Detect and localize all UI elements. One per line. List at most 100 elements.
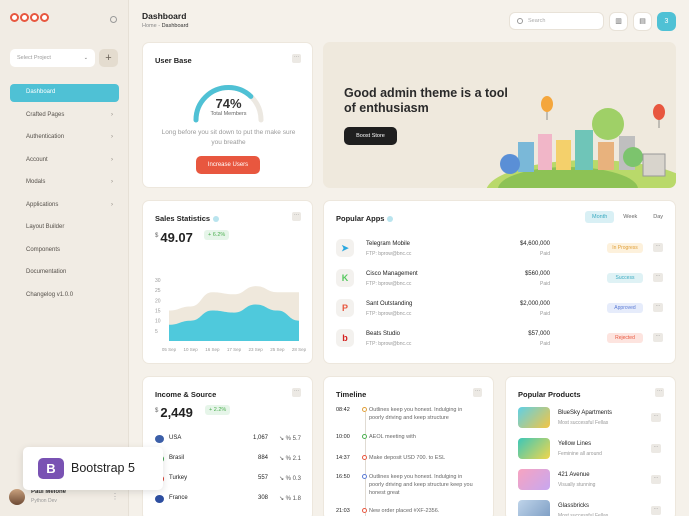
product-item[interactable]: 421 Avenue Visually stunning ··· <box>518 469 661 495</box>
sidebar-item-account[interactable]: Account › <box>10 152 119 170</box>
info-icon <box>387 216 394 223</box>
page-title: Dashboard <box>142 11 187 21</box>
more-icon[interactable]: ··· <box>653 303 663 312</box>
x-tick-label: 05 Sep <box>162 347 177 352</box>
project-select-placeholder: Select Project <box>17 55 51 61</box>
product-thumbnail <box>518 500 550 516</box>
messages-button[interactable]: ▤ <box>633 12 652 31</box>
gauge-value: 74% <box>215 96 242 111</box>
search-input[interactable]: Search <box>509 12 604 30</box>
app-row[interactable]: K Cisco Management FTP: bprow@bnc.cc $560,0… <box>336 267 663 291</box>
project-select[interactable]: Select Project ⌄ <box>10 49 95 67</box>
country-row: France 308 ↘ % 1.8 <box>155 494 301 514</box>
add-project-button[interactable]: + <box>99 49 118 67</box>
timeline-card: Timeline ··· 08:42 Outlines keep you hone… <box>323 376 494 516</box>
app-paid: Paid <box>539 311 550 317</box>
more-icon[interactable]: ··· <box>653 333 663 342</box>
x-tick-label: 17 Sep <box>227 347 242 352</box>
user-role: Python Dev <box>31 498 57 504</box>
timeline-text: AEOL meeting with <box>369 434 416 440</box>
sales-area-chart: 30 25 20 15 10 5 05 Sep 10 Sep 16 Sep 17 Sep 23 Se… <box>155 278 307 352</box>
app-row[interactable]: P Sant Outstanding FTP: bprow@bnc.cc $2,000… <box>336 297 663 321</box>
more-icon[interactable]: ··· <box>651 475 661 484</box>
app-amount: $4,600,000 <box>519 241 550 247</box>
country-name: France <box>169 495 188 501</box>
timeline-line <box>365 412 366 516</box>
more-icon[interactable]: ··· <box>292 388 301 397</box>
app-row[interactable]: ➤ Telegram Mobile FTP: bprow@bnc.cc $4,600,… <box>336 237 663 261</box>
chart-button[interactable]: ▥ <box>609 12 628 31</box>
more-icon[interactable]: ··· <box>292 54 301 63</box>
product-thumbnail <box>518 438 550 459</box>
product-item[interactable]: BlueSky Apartments Most successful Fellas… <box>518 407 661 433</box>
user-base-card: User Base ··· 74% Total Members Long bef… <box>142 42 313 188</box>
app-paid: Paid <box>539 341 550 347</box>
sidebar-item-modals[interactable]: Modals › <box>10 174 119 192</box>
sidebar-item-layout-builder[interactable]: Layout Builder <box>10 219 119 237</box>
y-tick-label: 10 <box>155 319 161 325</box>
user-base-description: Long before you sit down to put the make… <box>161 129 296 146</box>
product-item[interactable]: Glassbricks Most successful Fellas ··· <box>518 500 661 516</box>
tab-week[interactable]: Week <box>616 211 644 223</box>
sidebar-item-dashboard[interactable]: Dashboard <box>10 84 119 102</box>
breadcrumb: Home - Dashboard <box>142 23 188 29</box>
sidebar-item-components[interactable]: Components <box>10 242 119 260</box>
app-name: Beats Studio <box>366 331 401 337</box>
more-icon[interactable]: ··· <box>651 413 661 422</box>
y-tick-label: 15 <box>155 309 161 315</box>
x-tick-label: 23 Sep <box>249 347 264 352</box>
chevron-right-icon: › <box>111 111 113 118</box>
user-menu-icon[interactable]: ⋮ <box>111 492 119 501</box>
timeline-title: Timeline <box>336 390 367 399</box>
timeline-time: 21:03 <box>336 508 350 514</box>
app-name: Cisco Management <box>366 271 418 277</box>
period-tabs: Month Week Day <box>585 211 672 223</box>
app-icon: K <box>336 269 354 287</box>
bootstrap-badge[interactable]: B Bootstrap 5 <box>23 447 163 490</box>
sales-statistics-card: Sales Statistics ··· $49.07 + 6.2% 30 25 2… <box>142 200 313 364</box>
app-paid: Paid <box>539 251 550 257</box>
sidebar-item-changelog-v1-0-0[interactable]: Changelog v1.0.0 <box>10 287 119 305</box>
notifications-button[interactable]: 3 <box>657 12 676 31</box>
increase-users-button[interactable]: Increase Users <box>196 156 260 174</box>
more-icon[interactable]: ··· <box>651 444 661 453</box>
sidebar-item-crafted-pages[interactable]: Crafted Pages › <box>10 107 119 125</box>
user-profile[interactable]: Paul Melone Python Dev ⋮ <box>7 487 122 509</box>
more-icon[interactable]: ··· <box>655 388 664 397</box>
more-icon[interactable]: ··· <box>473 388 482 397</box>
search-icon <box>517 18 523 24</box>
sidebar-item-applications[interactable]: Applications › <box>10 197 119 215</box>
x-tick-label: 10 Sep <box>184 347 199 352</box>
more-icon[interactable]: ··· <box>653 243 663 252</box>
income-delta-badge: + 2.2% <box>205 405 231 415</box>
more-icon[interactable]: ··· <box>292 212 301 221</box>
tab-month[interactable]: Month <box>585 211 615 223</box>
sidebar-item-label: Account <box>26 156 48 163</box>
app-icon: P <box>336 299 354 317</box>
more-icon[interactable]: ··· <box>651 506 661 515</box>
popular-products-card: Popular Products ··· BlueSky Apartments M… <box>505 376 676 516</box>
sidebar-item-label: Changelog v1.0.0 <box>26 291 74 298</box>
timeline-time: 16:50 <box>336 474 350 480</box>
breadcrumb-home[interactable]: Home <box>142 23 157 29</box>
status-badge: In Progress <box>607 243 643 253</box>
logo[interactable] <box>10 13 50 22</box>
timeline-dot-icon <box>362 455 367 460</box>
timeline-dot-icon <box>362 508 367 513</box>
gear-icon[interactable] <box>110 16 117 23</box>
more-icon[interactable]: ··· <box>653 273 663 282</box>
app-ftp: FTP: bprow@bnc.cc <box>366 341 412 347</box>
product-thumbnail <box>518 407 550 428</box>
app-row[interactable]: b Beats Studio FTP: bprow@bnc.cc $57,000 Pai… <box>336 327 663 351</box>
flag-icon <box>155 435 164 443</box>
tab-day[interactable]: Day <box>646 211 670 223</box>
product-item[interactable]: Yellow Lines Feminine all around ··· <box>518 438 661 464</box>
sidebar-item-documentation[interactable]: Documentation <box>10 264 119 282</box>
country-row: Turkey 557 ↘ % 0.3 <box>155 474 301 494</box>
income-title: Income & Source <box>155 390 217 399</box>
sidebar-item-label: Documentation <box>26 269 67 275</box>
flag-icon <box>155 495 164 503</box>
product-name: Glassbricks <box>558 503 590 509</box>
sidebar-item-authentication[interactable]: Authentication › <box>10 129 119 147</box>
status-badge: Approved <box>607 303 643 313</box>
